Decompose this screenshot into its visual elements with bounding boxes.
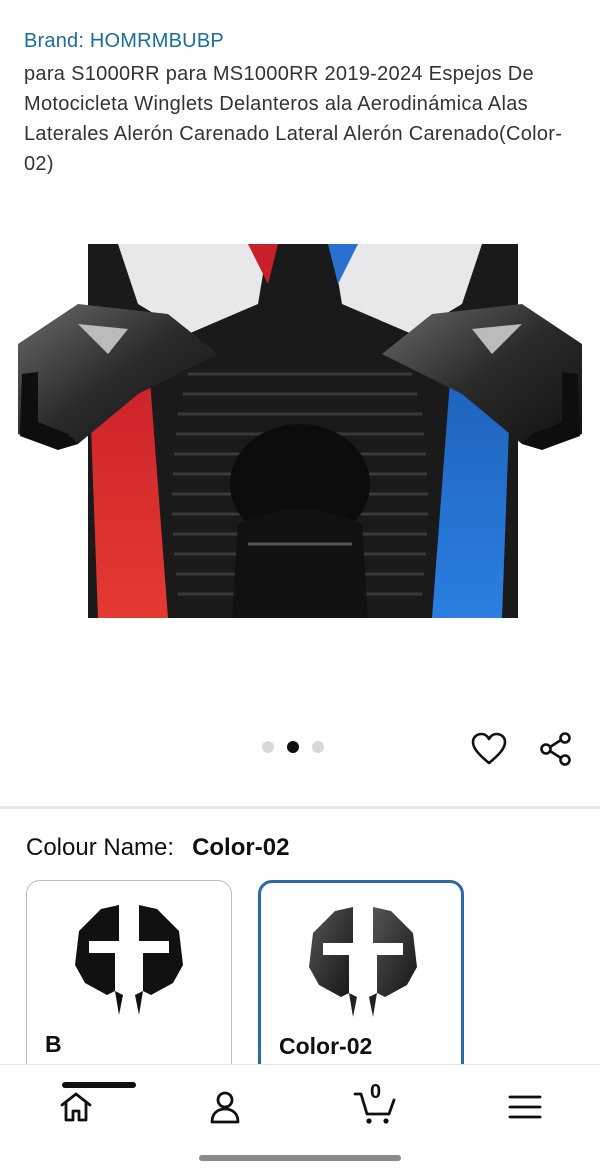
home-icon [60, 1092, 92, 1122]
carousel-dot[interactable] [312, 741, 324, 753]
colour-option-label: Color-02 [279, 1033, 373, 1059]
cart-count-badge: 0 [370, 1081, 382, 1103]
share-icon [540, 732, 571, 766]
colour-name-label: Colour Name: [26, 834, 175, 861]
wishlist-button[interactable] [468, 728, 510, 770]
system-gesture-bar[interactable] [199, 1155, 401, 1161]
carousel-dot-active[interactable] [287, 741, 299, 753]
nav-account[interactable] [203, 1085, 247, 1129]
bottom-navigation: 0 [0, 1064, 600, 1172]
colour-option-b[interactable]: B [26, 880, 232, 1080]
nav-menu[interactable] [503, 1085, 547, 1129]
product-image[interactable] [18, 244, 582, 618]
carousel-dot[interactable] [262, 741, 274, 753]
section-divider [0, 806, 600, 809]
winglet-thumbnail-color-02 [309, 907, 417, 1017]
person-icon [210, 1091, 240, 1124]
winglet-thumbnail-b [75, 905, 183, 1015]
active-tab-indicator [62, 1082, 136, 1088]
carousel-dots [262, 741, 324, 753]
nav-home[interactable] [54, 1082, 136, 1129]
product-title: para S1000RR para MS1000RR 2019-2024 Esp… [24, 63, 563, 175]
hamburger-menu-icon [508, 1095, 542, 1119]
colour-name-value: Color-02 [192, 834, 290, 861]
brand-link[interactable]: Brand: HOMRMBUBP [24, 30, 224, 53]
share-button[interactable] [535, 728, 577, 770]
colour-name-row: Colour Name: Color-02 [26, 834, 289, 862]
nav-cart[interactable]: 0 [353, 1081, 397, 1129]
heart-icon [471, 732, 507, 765]
colour-option-color-02[interactable]: Color-02 [258, 880, 464, 1080]
colour-option-label: B [45, 1031, 62, 1057]
